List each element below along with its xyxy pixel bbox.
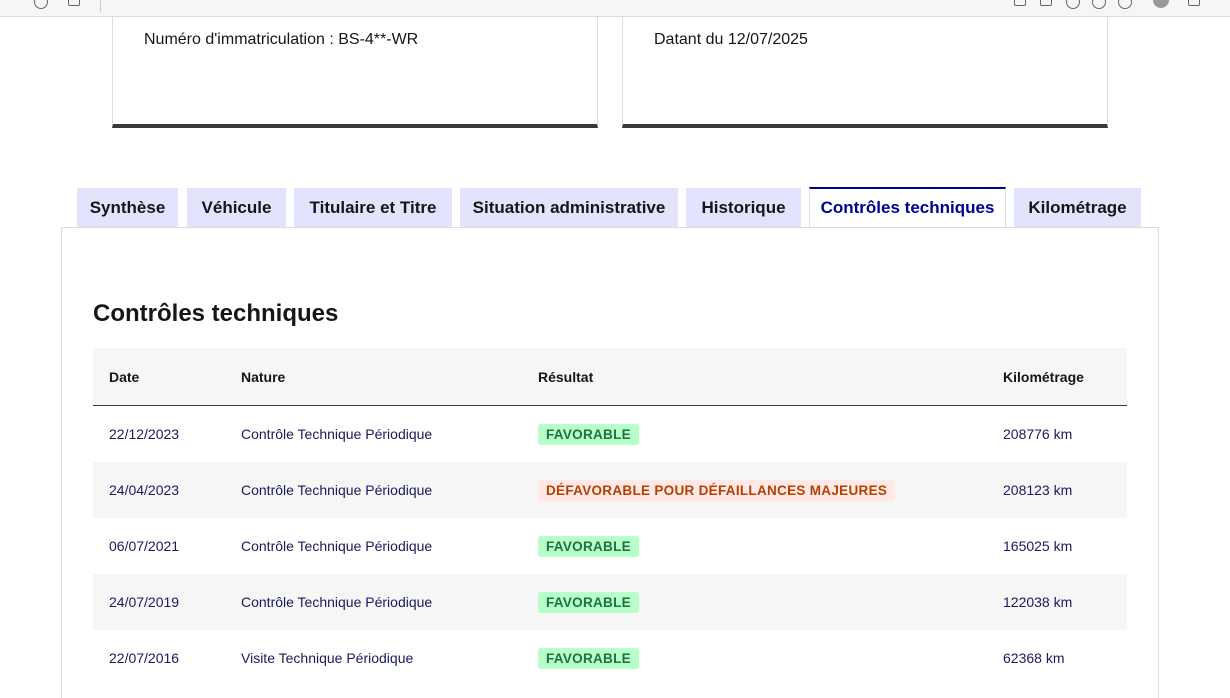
row-result-cell: FAVORABLE [538, 574, 639, 630]
table-header: Date Nature Résultat Kilométrage [93, 348, 1127, 406]
row-result-cell: DÉFAVORABLE POUR DÉFAILLANCES MAJEURES [538, 462, 896, 518]
row-km: 208123 km [1003, 482, 1073, 498]
row-date: 24/04/2023 [109, 482, 180, 498]
table-row: 24/07/2019 Contrôle Technique Périodique… [93, 574, 1127, 630]
row-result-cell: FAVORABLE [538, 518, 639, 574]
table-row: 24/04/2023 Contrôle Technique Périodique… [93, 462, 1127, 518]
inspections-table: Date Nature Résultat Kilométrage 22/12/2… [93, 348, 1127, 686]
tab-panel: Contrôles techniques Date Nature Résulta… [61, 227, 1159, 698]
row-nature: Contrôle Technique Périodique [241, 538, 433, 554]
tab-titulaire-titre[interactable]: Titulaire et Titre [294, 188, 452, 227]
tab-vehicule[interactable]: Véhicule [187, 188, 286, 227]
row-nature: Contrôle Technique Périodique [241, 482, 433, 498]
row-km: 165025 km [1003, 538, 1073, 554]
row-km: 208776 km [1003, 426, 1073, 442]
status-badge: FAVORABLE [538, 423, 639, 445]
heart-icon[interactable] [1118, 0, 1132, 9]
tab-historique[interactable]: Historique [686, 188, 801, 227]
browser-toolbar [0, 0, 1230, 17]
row-date: 22/12/2023 [109, 426, 180, 442]
tab-kilometrage[interactable]: Kilométrage [1014, 188, 1141, 227]
header-date: Date [109, 368, 140, 385]
shield-icon[interactable] [1066, 0, 1080, 9]
reload-icon[interactable] [34, 0, 48, 9]
report-date-text: Datant du 12/07/2025 [654, 31, 808, 48]
row-nature: Contrôle Technique Périodique [241, 426, 433, 442]
row-date: 06/07/2021 [109, 538, 180, 554]
row-result-cell: FAVORABLE [538, 630, 639, 686]
status-badge: FAVORABLE [538, 535, 639, 557]
status-badge: FAVORABLE [538, 647, 639, 669]
header-nature: Nature [241, 368, 286, 385]
tab-situation-administrative[interactable]: Situation administrative [460, 188, 678, 227]
row-date: 24/07/2019 [109, 594, 180, 610]
section-title: Contrôles techniques [93, 300, 339, 327]
row-nature: Contrôle Technique Périodique [241, 594, 433, 610]
registration-card: Numéro d'immatriculation : BS-4**-WR [112, 17, 598, 128]
table-row: 22/12/2023 Contrôle Technique Périodique… [93, 406, 1127, 462]
table-row: 22/07/2016 Visite Technique Périodique F… [93, 630, 1127, 686]
status-badge: FAVORABLE [538, 591, 639, 613]
address-bar[interactable] [100, 0, 1001, 12]
bookmark-icon[interactable] [1014, 0, 1026, 6]
row-nature: Visite Technique Périodique [241, 650, 414, 666]
tab-controles-techniques[interactable]: Contrôles techniques [809, 187, 1006, 227]
profile-avatar[interactable] [1153, 0, 1169, 8]
share-icon[interactable] [1092, 0, 1106, 9]
row-km: 122038 km [1003, 594, 1073, 610]
table-row: 06/07/2021 Contrôle Technique Périodique… [93, 518, 1127, 574]
row-result-cell: FAVORABLE [538, 406, 639, 462]
status-badge: DÉFAVORABLE POUR DÉFAILLANCES MAJEURES [538, 479, 896, 501]
report-date-card: Datant du 12/07/2025 [622, 17, 1108, 128]
registration-text: Numéro d'immatriculation : BS-4**-WR [144, 31, 419, 48]
tabs-icon[interactable] [68, 0, 80, 6]
window-icon[interactable] [1188, 0, 1200, 6]
header-result: Résultat [538, 368, 594, 385]
row-km: 62368 km [1003, 650, 1065, 666]
row-date: 22/07/2016 [109, 650, 180, 666]
header-km: Kilométrage [1003, 368, 1084, 385]
tab-synthese[interactable]: Synthèse [77, 188, 178, 227]
extension-icon[interactable] [1040, 0, 1052, 6]
